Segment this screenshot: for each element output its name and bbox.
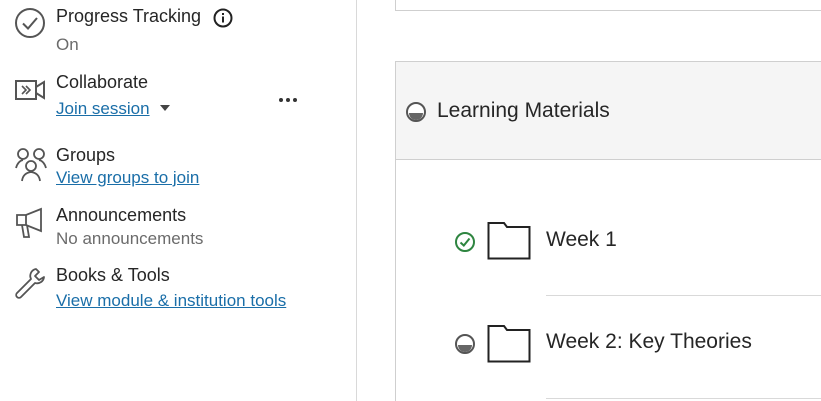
groups-title: Groups (56, 145, 116, 165)
row-divider (546, 295, 821, 296)
groups-icon (15, 148, 47, 182)
join-session-label: Join session (56, 99, 150, 118)
check-circle-icon (15, 8, 45, 38)
content-item-row[interactable]: Week 1 (396, 195, 821, 287)
learning-materials-header[interactable]: Learning Materials (395, 61, 821, 160)
item-title[interactable]: Week 1 (546, 228, 617, 252)
megaphone-icon (16, 207, 42, 238)
view-groups-link[interactable]: View groups to join (56, 168, 199, 188)
progress-tracking-title: Progress Tracking (56, 6, 202, 26)
folder-icon (487, 325, 531, 363)
collaborate-title: Collaborate (56, 72, 149, 92)
books-tools-item: Books & Tools View module & institution … (0, 262, 356, 318)
books-tools-title: Books & Tools (56, 265, 170, 285)
section-title: Learning Materials (437, 99, 610, 122)
announcements-item: Announcements No announcements (0, 202, 356, 254)
info-icon[interactable] (213, 8, 233, 28)
wrench-icon (15, 268, 45, 299)
collaborate-more-button[interactable] (277, 88, 301, 112)
partial-progress-icon (455, 334, 475, 354)
completed-check-icon (455, 232, 475, 252)
folder-icon (487, 222, 531, 260)
collaborate-item: Collaborate Join session (0, 68, 356, 124)
groups-item: Groups View groups to join (0, 142, 356, 194)
module-tools-link[interactable]: View module & institution tools (56, 291, 286, 311)
session-dropdown-icon[interactable] (160, 105, 170, 111)
content-area: Learning Materials Week 1 Week 2: Key Th (357, 0, 821, 401)
row-divider (546, 398, 821, 399)
previous-section-edge (395, 0, 821, 11)
announcements-title: Announcements (56, 205, 187, 225)
progress-tracking-item: Progress Tracking On (0, 0, 356, 60)
item-title[interactable]: Week 2: Key Theories (546, 330, 752, 354)
details-sidebar: Progress Tracking On Collaborate Join se… (0, 0, 357, 401)
announcements-status: No announcements (56, 229, 204, 248)
progress-tracking-status: On (56, 35, 79, 54)
join-session-link[interactable]: Join session (56, 99, 150, 119)
learning-materials-body: Week 1 Week 2: Key Theories (395, 160, 821, 401)
content-item-row[interactable]: Week 2: Key Theories (396, 298, 821, 390)
video-camera-icon (15, 80, 45, 100)
partial-progress-icon (406, 102, 426, 122)
